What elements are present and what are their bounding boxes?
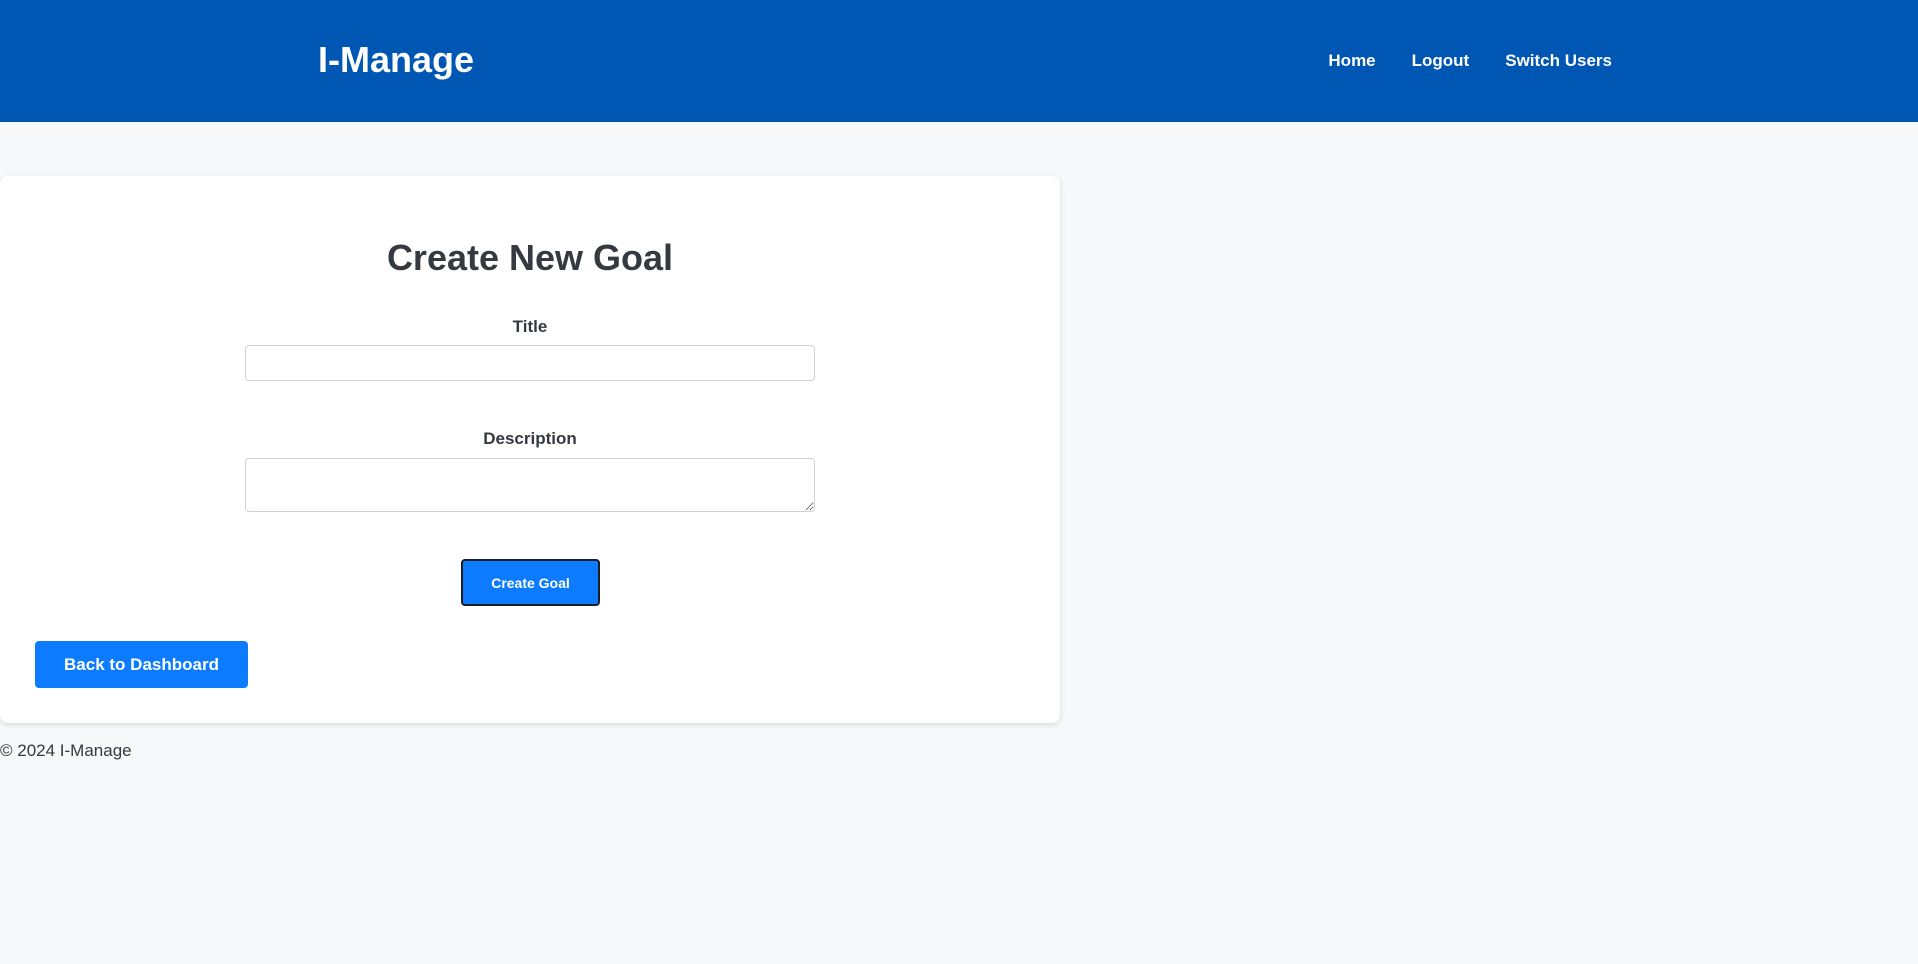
nav-home-link[interactable]: Home — [1328, 48, 1375, 74]
create-goal-button[interactable]: Create Goal — [461, 559, 600, 606]
brand-logo[interactable]: I-Manage — [318, 38, 474, 82]
description-textarea[interactable] — [245, 458, 815, 512]
page-title: Create New Goal — [386, 237, 674, 278]
nav-logout-link[interactable]: Logout — [1412, 48, 1470, 74]
top-header: I-Manage Home Logout Switch Users — [0, 0, 1918, 122]
nav-switch-users-link[interactable]: Switch Users — [1505, 48, 1612, 74]
back-to-dashboard-button[interactable]: Back to Dashboard — [35, 641, 248, 688]
description-label: Description — [483, 429, 577, 448]
main-nav: Home Logout Switch Users — [1328, 48, 1612, 74]
title-input[interactable] — [245, 345, 815, 381]
create-goal-card: Create New Goal Title Description Create… — [0, 176, 1060, 723]
footer-copyright: © 2024 I-Manage — [0, 741, 132, 760]
title-label: Title — [512, 317, 548, 336]
